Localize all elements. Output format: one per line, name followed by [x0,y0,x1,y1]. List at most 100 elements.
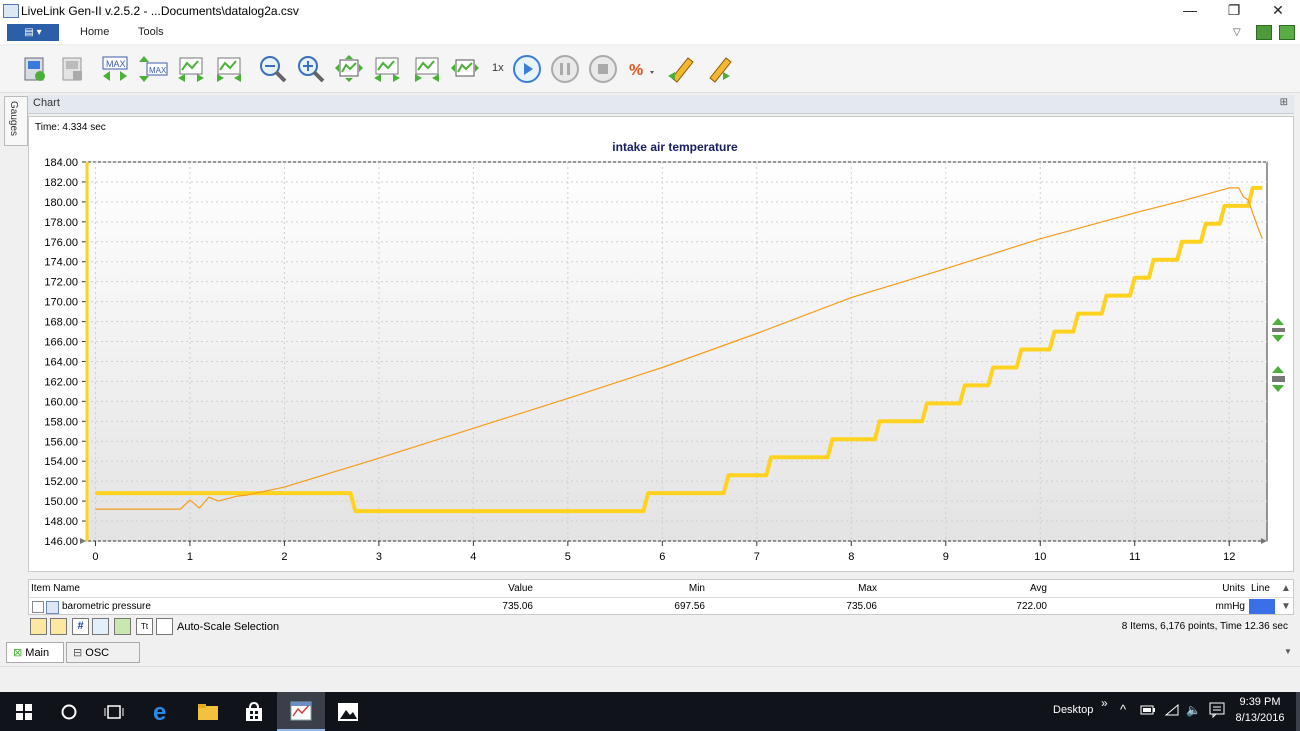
main-chart-icon: ⊠ [13,647,23,659]
pause-icon[interactable] [550,54,580,84]
table-toolbar: # Tt Auto-Scale Selection 8 Items, 6,176… [28,617,1294,639]
volume-icon[interactable]: 🔈 [1186,703,1201,717]
row-item-name: barometric pressure [62,601,151,612]
y-tick-label: 158.00 [44,416,78,428]
y-tick-label: 154.00 [44,456,78,468]
row-checkbox[interactable] [32,601,44,613]
pin-icon[interactable]: ⊞ [1280,97,1288,108]
col-min[interactable]: Min [537,580,705,597]
x-tick-label: 10 [1034,551,1046,563]
playback-speed[interactable]: 1x [492,62,504,74]
task-view-icon[interactable] [90,692,138,731]
window-title: LiveLink Gen-II v.2.5.2 - ...Documents\d… [21,4,299,18]
tab-tools[interactable]: Tools [138,26,164,38]
y-tick-label: 164.00 [44,356,78,368]
add-pencil-icon[interactable] [30,618,47,635]
livelink-taskbar-icon[interactable] [277,692,325,731]
row-max: 735.06 [846,601,877,612]
scroll-down-icon[interactable]: ▼ [1281,598,1291,615]
toolbar-overflow-icon[interactable]: » [1101,696,1108,710]
zoom-out-icon[interactable] [258,54,288,84]
fit-horizontal-icon[interactable] [412,54,442,84]
fit-all-icon[interactable] [334,54,364,84]
remove-pencil-icon[interactable] [50,618,67,635]
clock-date[interactable]: 8/13/2016 [1232,712,1288,724]
import-icon[interactable] [1279,25,1295,40]
data-table: Item Name Value Min Max Avg Units Line ▲… [28,579,1294,615]
scroll-up-icon[interactable]: ▲ [1281,580,1291,597]
tab-osc[interactable]: ⊟ OSC [66,642,140,663]
y-tick-label: 150.00 [44,496,78,508]
minimize-button[interactable]: — [1168,0,1212,22]
gauges-label: Gauges [8,101,19,137]
save-log-icon[interactable] [58,54,88,84]
fit-vertical-icon[interactable] [372,54,402,84]
open-log-icon[interactable] [20,54,50,84]
svg-text:e: e [153,701,166,723]
photos-icon[interactable] [324,692,372,731]
tab-home[interactable]: Home [80,26,109,38]
max-horizontal-icon[interactable]: MAX [100,54,130,84]
ribbon-collapse-icon[interactable]: ▽ [1233,27,1241,38]
clock-time[interactable]: 9:39 PM [1232,696,1288,708]
export-icon[interactable] [1256,25,1272,40]
max-text-2: MAX [149,66,167,75]
y-tick-label: 148.00 [44,516,78,528]
scale-down-icon[interactable] [1272,364,1285,394]
y-tick-label: 168.00 [44,317,78,329]
tab-gauges[interactable]: Gauges [4,96,28,146]
file-menu-button[interactable]: ▤ ▾ [7,24,59,41]
line-color-swatch[interactable] [1249,599,1275,614]
search-icon[interactable] [45,692,93,731]
app-icon [3,4,19,18]
x-tick-label: 6 [659,551,665,563]
edge-icon[interactable]: e [138,692,186,731]
autoscale-label[interactable]: Auto-Scale Selection [177,621,279,633]
battery-icon[interactable] [1140,704,1156,719]
col-avg[interactable]: Avg [879,580,1047,597]
wifi-icon[interactable] [1164,703,1180,719]
pencil-remove-icon[interactable] [704,54,734,84]
stop-icon[interactable] [588,54,618,84]
col-line[interactable]: Line [1251,580,1270,597]
desktop-toolbar-label[interactable]: Desktop [1053,704,1093,716]
zoom-in-icon[interactable] [296,54,326,84]
tab-main[interactable]: ⊠ Main [6,642,64,663]
chart-stretch-icon[interactable] [176,54,206,84]
chart-shrink-icon[interactable] [214,54,244,84]
col-item-name[interactable]: Item Name [31,580,80,597]
table-row[interactable]: barometric pressure 735.06 697.56 735.06… [29,598,1293,615]
show-desktop-button[interactable] [1296,692,1300,731]
col-value[interactable]: Value [365,580,533,597]
notifications-icon[interactable] [1209,702,1225,721]
percent-dropdown-icon[interactable]: % [626,54,656,84]
pencil-add-icon[interactable] [666,54,696,84]
maximize-button[interactable]: ❐ [1212,0,1256,22]
hash-icon[interactable]: # [72,618,89,635]
scale-up-icon[interactable] [1272,316,1285,344]
play-icon[interactable] [512,54,542,84]
y-tick-label: 172.00 [44,277,78,289]
chart[interactable]: intake air temperature 146.00 148.00 150.0… [28,116,1294,572]
col-units[interactable]: Units [1179,580,1245,597]
chart-settings-icon[interactable] [156,618,173,635]
x-tick-label: 4 [470,551,476,563]
range-icon[interactable] [92,618,109,635]
file-explorer-icon[interactable] [184,692,232,731]
max-vertical-icon[interactable]: MAX [138,54,168,84]
fit-selection-icon[interactable] [450,54,480,84]
plot-area [85,161,1268,542]
y-tick-label: 174.00 [44,257,78,269]
col-max[interactable]: Max [709,580,877,597]
y-tick-label: 182.00 [44,177,78,189]
x-tick-label: 7 [754,551,760,563]
bar-icon[interactable] [114,618,131,635]
start-icon[interactable] [0,692,48,731]
tabs-dropdown-icon[interactable]: ▼ [1284,647,1292,656]
y-tick-label: 178.00 [44,217,78,229]
store-icon[interactable] [230,692,278,731]
ribbon-tabs [0,22,1300,44]
text-size-icon[interactable]: Tt [136,618,153,635]
tray-expand-icon[interactable]: ^ [1120,702,1126,717]
close-button[interactable]: ✕ [1256,0,1300,22]
